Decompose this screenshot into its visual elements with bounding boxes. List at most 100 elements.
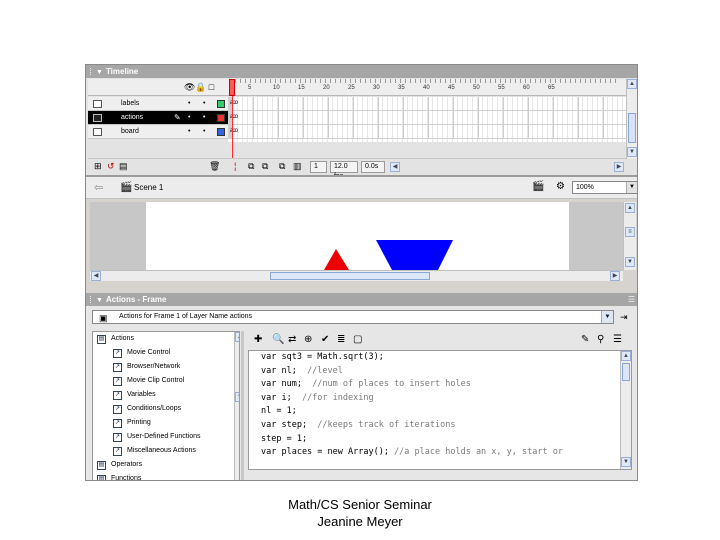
toolbox-scroll-up-button[interactable]: ▲ bbox=[235, 332, 239, 342]
panel-grip-icon[interactable] bbox=[90, 296, 93, 303]
code-line[interactable]: nl = 1; bbox=[249, 405, 631, 419]
playhead[interactable] bbox=[229, 79, 235, 96]
onion-outlines-icon[interactable]: ⧉ bbox=[262, 161, 268, 172]
visibility-dot[interactable]: • bbox=[188, 97, 190, 111]
stage-vertical-scrollbar[interactable]: ▲ ≡ ▼ bbox=[623, 202, 636, 270]
insert-target-path-icon[interactable]: ⊕ bbox=[304, 333, 312, 347]
visibility-dot[interactable]: • bbox=[188, 111, 190, 125]
timeline-scroll-up-button[interactable]: ▲ bbox=[627, 79, 637, 89]
frame-row-board[interactable]: aoo bbox=[228, 125, 629, 139]
outline-color-swatch[interactable] bbox=[217, 128, 225, 136]
frame-row-labels[interactable]: aoo bbox=[228, 97, 629, 111]
timeline-vertical-scrollbar[interactable]: ▲ ▼ bbox=[626, 79, 637, 159]
frame-ruler[interactable]: 5 10 15 20 25 30 35 40 45 50 55 60 65 bbox=[228, 79, 628, 96]
back-arrow-icon[interactable]: ⇦ bbox=[94, 181, 103, 194]
code-line[interactable]: var num; //num of places to insert holes bbox=[249, 378, 631, 392]
toolbox-item[interactable]: ↗ Movie Control bbox=[93, 346, 239, 360]
toolbox-item[interactable]: ↗ Movie Clip Control bbox=[93, 374, 239, 388]
blue-trapezoid-shape[interactable] bbox=[376, 240, 453, 270]
script-scroll-thumb[interactable] bbox=[622, 363, 630, 381]
stage-scroll-right-button[interactable]: ▶ bbox=[610, 271, 620, 281]
outline-icon[interactable]: □ bbox=[206, 82, 217, 93]
script-scroll-down-button[interactable]: ▼ bbox=[621, 457, 631, 467]
add-item-icon[interactable]: ✚ bbox=[254, 333, 262, 347]
debug-options-icon[interactable]: ⚲ bbox=[597, 333, 604, 347]
script-vertical-scrollbar[interactable]: ▲ ▼ bbox=[620, 351, 631, 469]
delete-layer-icon[interactable]: 🗑 bbox=[209, 161, 220, 172]
collapse-arrow-icon[interactable]: ▼ bbox=[96, 294, 103, 307]
stage-scroll-thumb[interactable]: ≡ bbox=[625, 227, 635, 237]
toolbox-item[interactable]: ↗ Printing bbox=[93, 416, 239, 430]
lock-dot[interactable]: • bbox=[203, 125, 205, 139]
reference-icon[interactable]: ✎ bbox=[581, 333, 589, 347]
timeline-title-bar[interactable]: ▼ Timeline bbox=[86, 65, 637, 79]
timeline-scroll-left-button[interactable]: ◀ bbox=[390, 162, 400, 172]
add-motion-guide-icon[interactable]: ↺ bbox=[107, 161, 115, 172]
code-line[interactable]: var nl; //level bbox=[249, 365, 631, 379]
timeline-scroll-down-button[interactable]: ▼ bbox=[627, 147, 637, 157]
toolbox-vertical-scrollbar[interactable]: ▲ ▼ bbox=[234, 332, 239, 480]
auto-format-icon[interactable]: ≣ bbox=[337, 333, 345, 347]
layer-row-actions[interactable]: actions ✎ • • bbox=[88, 111, 228, 125]
layer-name[interactable]: board bbox=[121, 125, 139, 139]
stage-hscroll-thumb[interactable] bbox=[270, 272, 430, 280]
outline-color-swatch[interactable] bbox=[217, 114, 225, 122]
toolbox-splitter[interactable] bbox=[241, 331, 244, 480]
center-frame-icon[interactable]: ¦ bbox=[234, 161, 236, 172]
toolbox-item[interactable]: ↗ Conditions/Loops bbox=[93, 402, 239, 416]
layer-row-board[interactable]: board • • bbox=[88, 125, 228, 139]
edit-symbols-icon[interactable]: ⚙ bbox=[556, 181, 565, 192]
toolbox-item[interactable]: ↗ Variables bbox=[93, 388, 239, 402]
panel-options-icon[interactable]: ☰ bbox=[628, 293, 635, 306]
frame-row-actions[interactable]: aoo bbox=[228, 111, 629, 125]
toolbox-item[interactable]: ▤ Operators bbox=[93, 458, 239, 472]
visibility-dot[interactable]: • bbox=[188, 125, 190, 139]
show-hide-icon[interactable]: 👁 bbox=[184, 82, 195, 93]
view-options-icon[interactable]: ☰ bbox=[613, 333, 622, 347]
actions-target-select[interactable]: ▣ Actions for Frame 1 of Layer Name acti… bbox=[92, 310, 614, 324]
timeline-scroll-thumb[interactable] bbox=[628, 113, 636, 143]
lock-dot[interactable]: • bbox=[203, 111, 205, 125]
zoom-select[interactable]: 100% ▼ bbox=[572, 181, 637, 194]
chevron-down-icon[interactable]: ▼ bbox=[601, 311, 613, 323]
code-line[interactable]: var step; //keeps track of iterations bbox=[249, 419, 631, 433]
edit-scene-icon[interactable]: 🎬 bbox=[532, 181, 544, 192]
toolbox-item[interactable]: ↗ Browser/Network bbox=[93, 360, 239, 374]
code-line[interactable]: var sqt3 = Math.sqrt(3); bbox=[249, 351, 631, 365]
code-line[interactable]: var places = new Array(); //a place hold… bbox=[249, 446, 631, 460]
check-syntax-icon[interactable]: ✔ bbox=[321, 333, 329, 347]
code-line[interactable]: var i; //for indexing bbox=[249, 392, 631, 406]
collapse-arrow-icon[interactable]: ▼ bbox=[96, 66, 103, 79]
layer-row-labels[interactable]: labels • • bbox=[88, 97, 228, 111]
stage-scroll-left-button[interactable]: ◀ bbox=[91, 271, 101, 281]
stage-scroll-up-button[interactable]: ▲ bbox=[625, 203, 635, 213]
lock-icon[interactable]: 🔒 bbox=[195, 82, 206, 93]
frame-grid[interactable]: aoo aoo aoo bbox=[228, 97, 629, 142]
code-line[interactable]: step = 1; bbox=[249, 433, 631, 447]
script-editor[interactable]: var sqt3 = Math.sqrt(3); var nl; //level v… bbox=[248, 350, 632, 470]
stage-scroll-down-button[interactable]: ▼ bbox=[625, 257, 635, 267]
actions-title-bar[interactable]: ▼ Actions - Frame ☰ bbox=[86, 293, 637, 307]
stage-area[interactable] bbox=[90, 202, 623, 270]
edit-multiple-frames-icon[interactable]: ⧉ bbox=[279, 161, 285, 172]
stage-canvas[interactable] bbox=[146, 202, 569, 270]
show-code-hint-icon[interactable]: ▢ bbox=[353, 333, 362, 347]
outline-color-swatch[interactable] bbox=[217, 100, 225, 108]
stage-horizontal-scrollbar[interactable]: ◀ ▶ bbox=[90, 270, 623, 281]
pin-script-icon[interactable]: ⇥ bbox=[620, 312, 628, 323]
toolbox-item[interactable]: ▤ Actions bbox=[93, 332, 239, 346]
onion-markers-icon[interactable]: ▥ bbox=[293, 161, 302, 172]
red-triangle-shape[interactable] bbox=[324, 249, 349, 270]
toolbox-scroll-down-button[interactable]: ▼ bbox=[235, 392, 239, 402]
layer-name[interactable]: actions bbox=[121, 111, 143, 125]
chevron-down-icon[interactable]: ▼ bbox=[626, 182, 637, 193]
scene-name[interactable]: Scene 1 bbox=[134, 183, 163, 192]
layer-name[interactable]: labels bbox=[121, 97, 139, 111]
find-icon[interactable]: 🔍 bbox=[272, 333, 284, 347]
toolbox-item[interactable]: ▤ Functions bbox=[93, 472, 239, 480]
script-scroll-up-button[interactable]: ▲ bbox=[621, 351, 631, 361]
replace-icon[interactable]: ⇄ bbox=[288, 333, 296, 347]
insert-folder-icon[interactable]: ▤ bbox=[119, 161, 128, 172]
toolbox-item[interactable]: ↗ Miscellaneous Actions bbox=[93, 444, 239, 458]
onion-skin-icon[interactable]: ⧉ bbox=[248, 161, 254, 172]
